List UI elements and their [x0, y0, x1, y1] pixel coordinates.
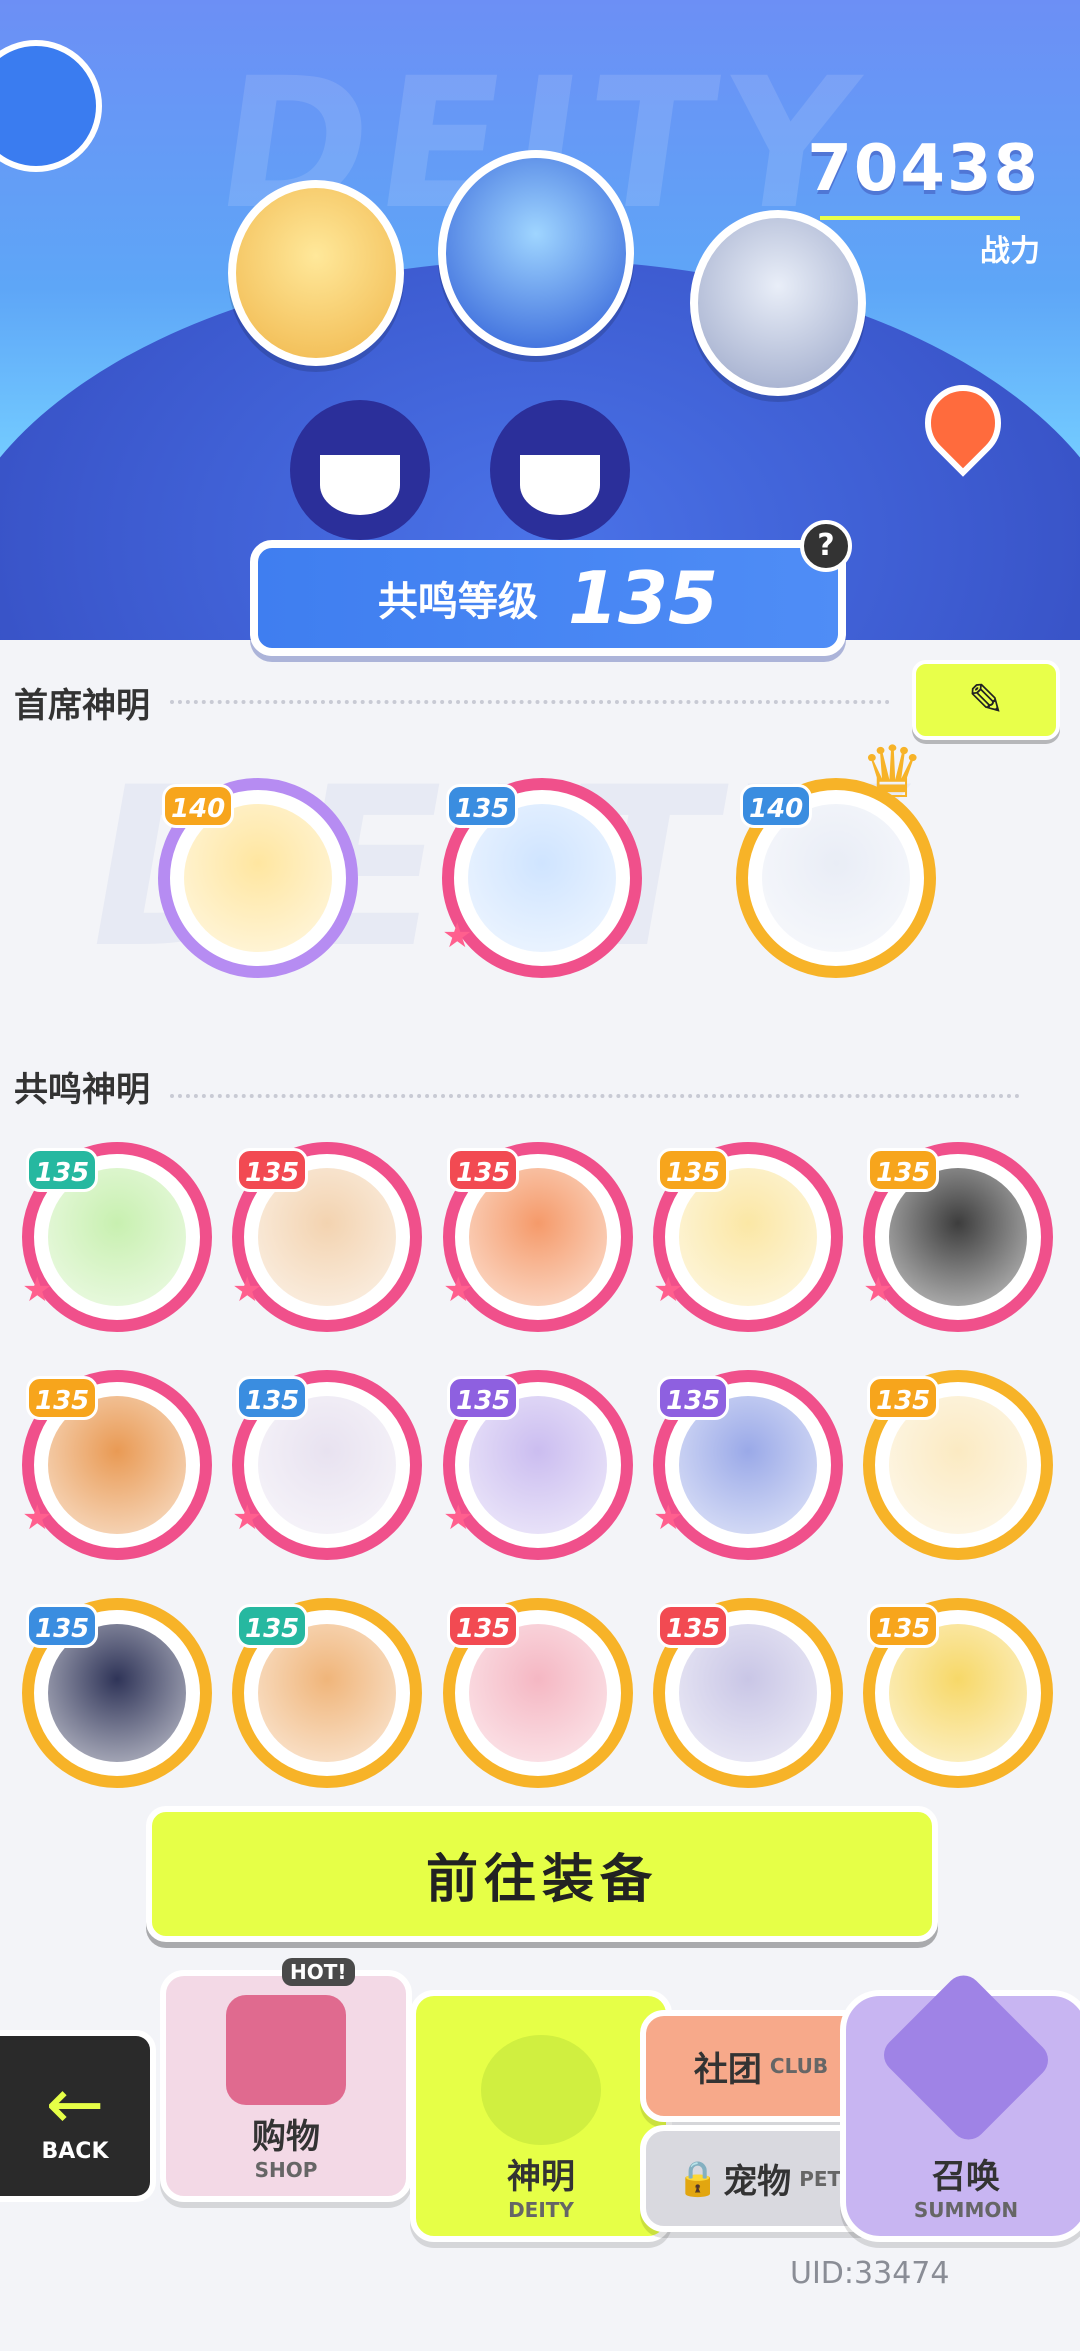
- level-badge: 135: [447, 1148, 520, 1192]
- hot-badge: HOT!: [282, 1958, 355, 1986]
- star-decoration-icon: ★: [653, 1498, 684, 1538]
- level-badge: 135: [447, 1376, 520, 1420]
- nav-pet-en-label: PET: [799, 2166, 842, 2191]
- level-badge: 135: [26, 1148, 99, 1192]
- resonance-medal[interactable]: 135: [443, 1598, 633, 1788]
- level-badge: 135: [867, 1376, 940, 1420]
- level-badge: 135: [447, 1604, 520, 1648]
- resonance-medal[interactable]: 135 ★: [653, 1142, 843, 1332]
- combat-power-value: 70438: [807, 132, 1040, 206]
- resonance-level-banner: 共鸣等级 135: [250, 540, 846, 656]
- star-decoration-icon: ★: [22, 1270, 53, 1310]
- nav-shop-label: 购物: [252, 2117, 320, 2157]
- level-badge: 135: [867, 1148, 940, 1192]
- star-decoration-icon: ★: [22, 1498, 53, 1538]
- divider: [170, 700, 890, 704]
- chief-medal[interactable]: 140: [158, 778, 358, 978]
- combat-power-underline: [820, 216, 1020, 220]
- resonance-medal[interactable]: 135: [232, 1598, 422, 1788]
- nav-deity[interactable]: 神明 DEITY: [410, 1990, 672, 2242]
- chibi-blue-hair-girl: [438, 150, 634, 356]
- nav-summon[interactable]: 召唤 SUMMON: [840, 1968, 1080, 2242]
- vending-machine-icon: [226, 1995, 346, 2105]
- edit-button[interactable]: ✎: [912, 660, 1060, 740]
- resonance-medal[interactable]: 135: [863, 1370, 1053, 1560]
- deity-character-icon: [481, 2035, 601, 2145]
- nav-summon-label: 召唤: [932, 2157, 1000, 2197]
- planet-eye-right: [490, 400, 630, 540]
- nav-deity-label: 神明: [507, 2157, 575, 2197]
- resonance-medal[interactable]: 135 ★: [22, 1142, 212, 1332]
- resonance-medal[interactable]: 135 ★: [443, 1142, 633, 1332]
- star-decoration-icon: ★: [442, 916, 473, 956]
- resonance-medal[interactable]: 135 ★: [232, 1370, 422, 1560]
- pencil-icon: ✎: [967, 674, 1005, 726]
- resonance-medal[interactable]: 135 ★: [232, 1142, 422, 1332]
- ringed-planet-icon: [0, 40, 102, 172]
- resonance-deity-title: 共鸣神明: [14, 1070, 150, 1110]
- back-button[interactable]: ← BACK: [0, 2030, 156, 2202]
- resonance-medal[interactable]: 135: [863, 1598, 1053, 1788]
- chief-medal[interactable]: 135 ★: [442, 778, 642, 978]
- level-badge: 135: [26, 1604, 99, 1648]
- star-decoration-icon: ★: [653, 1270, 684, 1310]
- nav-club-en-label: CLUB: [769, 2054, 829, 2078]
- planet-eye-left: [290, 400, 430, 540]
- level-badge: 140: [740, 784, 813, 828]
- star-decoration-icon: ★: [232, 1270, 263, 1310]
- chibi-blonde-girl: [228, 180, 404, 366]
- star-decoration-icon: ★: [232, 1498, 263, 1538]
- level-badge: 135: [236, 1148, 309, 1192]
- level-badge: 135: [26, 1376, 99, 1420]
- go-equip-button[interactable]: 前往装备: [146, 1806, 938, 1942]
- level-badge: 135: [867, 1604, 940, 1648]
- resonance-medal[interactable]: 135 ★: [863, 1142, 1053, 1332]
- resonance-medal[interactable]: 135 ★: [653, 1370, 843, 1560]
- resonance-medal[interactable]: 135: [653, 1598, 843, 1788]
- level-badge: 135: [657, 1376, 730, 1420]
- lock-icon: 🔒: [676, 2158, 720, 2199]
- level-badge: 135: [446, 784, 519, 828]
- resonance-level-value: 135: [567, 556, 719, 640]
- level-badge: 135: [236, 1376, 309, 1420]
- crown-icon: ♛: [860, 730, 925, 814]
- help-icon[interactable]: ?: [800, 520, 852, 572]
- nav-club-label: 社团: [693, 2049, 762, 2090]
- summon-star-icon: [876, 1968, 1056, 2147]
- chibi-silver-hair-boy: [690, 210, 866, 396]
- divider: [170, 1094, 1020, 1098]
- chief-deity-title: 首席神明: [14, 686, 150, 726]
- nav-shop-en-label: SHOP: [254, 2158, 318, 2182]
- level-badge: 140: [162, 784, 235, 828]
- star-decoration-icon: ★: [443, 1270, 474, 1310]
- resonance-medal[interactable]: 135: [22, 1598, 212, 1788]
- resonance-medal[interactable]: 135 ★: [22, 1370, 212, 1560]
- star-decoration-icon: ★: [443, 1498, 474, 1538]
- resonance-medal[interactable]: 135 ★: [443, 1370, 633, 1560]
- nav-pet-label: 宠物: [723, 2162, 792, 2202]
- level-badge: 135: [657, 1604, 730, 1648]
- nav-summon-en-label: SUMMON: [913, 2198, 1019, 2222]
- uid-label: UID:33474: [790, 2256, 950, 2291]
- back-label: BACK: [41, 2138, 109, 2164]
- go-equip-label: 前往装备: [425, 1849, 658, 1910]
- level-badge: 135: [236, 1604, 309, 1648]
- nav-shop[interactable]: 购物 SHOP: [160, 1970, 412, 2202]
- level-badge: 135: [657, 1148, 730, 1192]
- resonance-level-label: 共鸣等级: [377, 579, 538, 625]
- back-arrow-icon: ←: [45, 2062, 105, 2145]
- nav-deity-en-label: DEITY: [508, 2198, 574, 2222]
- star-decoration-icon: ★: [863, 1270, 894, 1310]
- combat-power-label: 战力: [980, 234, 1040, 269]
